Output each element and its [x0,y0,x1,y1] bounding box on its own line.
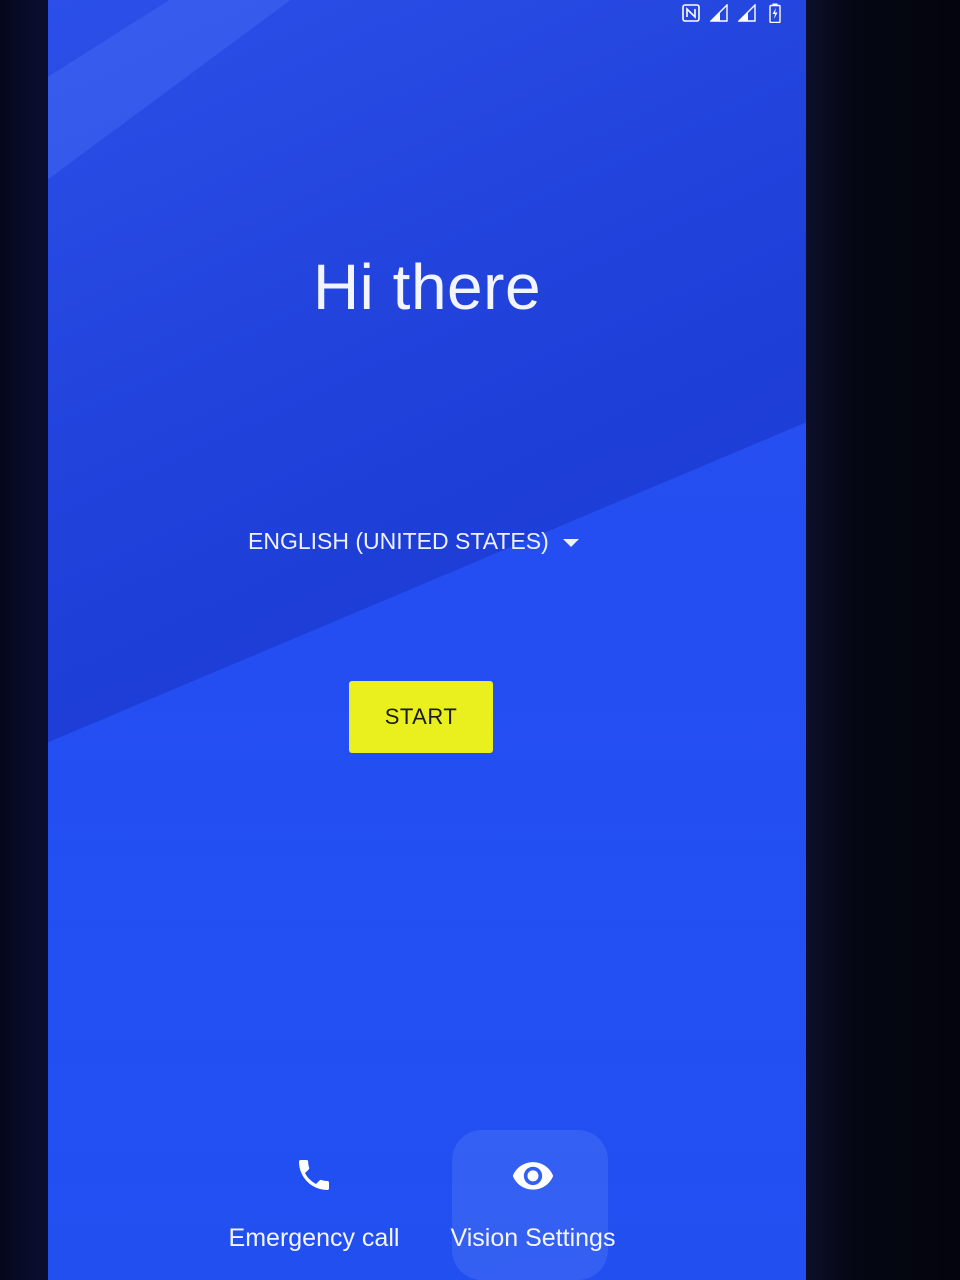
dropdown-arrow-icon [562,538,579,547]
language-dropdown[interactable]: ENGLISH (UNITED STATES) [248,528,579,555]
device-bezel-edge [806,0,960,1280]
language-label: ENGLISH (UNITED STATES) [248,528,549,554]
device-screen: Hi there ENGLISH (UNITED STATES) START E… [48,0,806,1280]
signal-icon [710,4,728,22]
welcome-title: Hi there [312,251,542,323]
vision-settings-button[interactable]: Vision Settings [438,1140,628,1253]
vision-settings-label: Vision Settings [450,1224,616,1252]
photo-frame: Hi there ENGLISH (UNITED STATES) START E… [0,0,960,1280]
emergency-call-label: Emergency call [228,1224,400,1252]
nfc-icon [682,4,700,22]
status-bar [682,3,784,23]
eye-icon [493,1140,573,1210]
emergency-call-button[interactable]: Emergency call [214,1140,414,1253]
phone-icon [274,1140,354,1210]
start-button[interactable]: START [349,681,493,753]
battery-charging-icon [766,3,784,23]
signal-icon [738,4,756,22]
